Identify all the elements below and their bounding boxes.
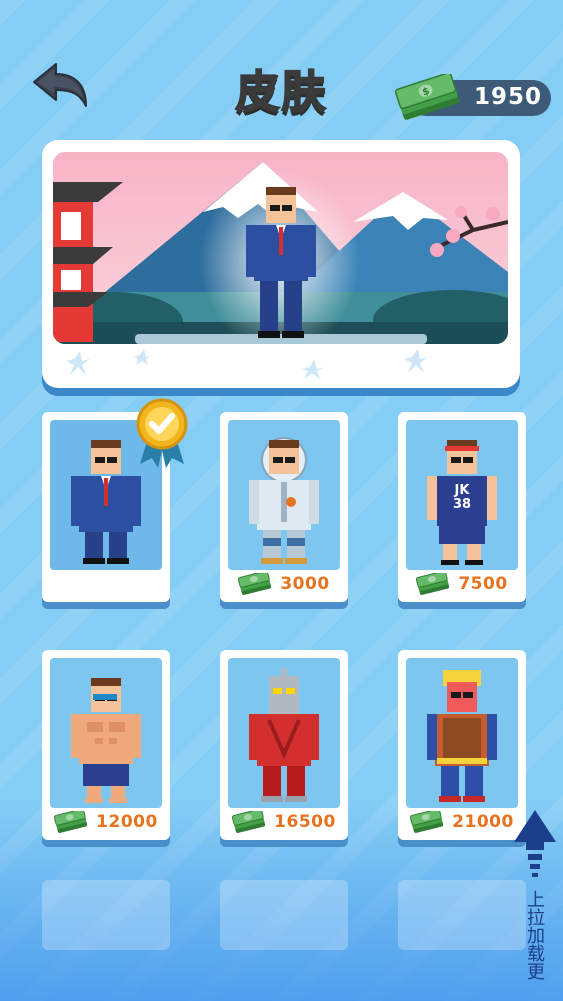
sparkle-decor	[66, 349, 428, 379]
skin-card-basketball-player[interactable]: JK 38 7500	[398, 412, 526, 602]
skin-card-placeholder	[398, 880, 526, 950]
skin-preview-tile: JK 38	[406, 420, 518, 570]
basketball-player-figure: JK38	[427, 440, 497, 565]
skin-card-placeholder	[42, 880, 170, 950]
astronaut-figure	[249, 437, 319, 564]
cash-stack-icon: $	[394, 74, 460, 120]
cash-icon	[54, 811, 88, 833]
bodybuilder-figure	[71, 678, 141, 803]
skin-preview-tile	[228, 658, 340, 808]
skin-card-astronaut[interactable]: 3000	[220, 412, 348, 602]
skin-preview-tile	[406, 658, 518, 808]
preview-scene	[53, 152, 508, 344]
svg-text:JK: JK	[454, 483, 471, 498]
skin-card-bodybuilder[interactable]: 12000	[42, 650, 170, 840]
cash-icon	[232, 811, 266, 833]
skin-card-blonde-soldier[interactable]: 21000	[398, 650, 526, 840]
skin-price: 16500	[220, 810, 348, 834]
skin-price: 12000	[42, 810, 170, 834]
skin-preview-tile	[50, 658, 162, 808]
cash-icon	[416, 573, 450, 595]
cash-icon	[238, 573, 272, 595]
skin-price: 3000	[220, 572, 348, 596]
skin-price-value: 16500	[274, 812, 336, 832]
skin-price-value: 7500	[458, 574, 508, 594]
skin-price-value: 3000	[280, 574, 330, 594]
coin-value: 1950	[473, 84, 542, 110]
skin-price-value: 12000	[96, 812, 158, 832]
ultra-hero-figure	[249, 668, 319, 802]
skin-card-placeholder	[220, 880, 348, 950]
skin-price: 7500	[398, 572, 526, 596]
pull-up-label: 上拉加载更	[524, 890, 545, 980]
skin-preview-tile	[228, 420, 340, 570]
skin-price: 21000	[398, 810, 526, 834]
svg-text:38: 38	[453, 497, 471, 512]
skin-price-value: 21000	[452, 812, 514, 832]
blonde-soldier-figure	[427, 670, 497, 802]
skin-card-ultra-hero[interactable]: 16500	[220, 650, 348, 840]
cash-icon	[410, 811, 444, 833]
selected-check-badge-icon	[136, 398, 188, 468]
